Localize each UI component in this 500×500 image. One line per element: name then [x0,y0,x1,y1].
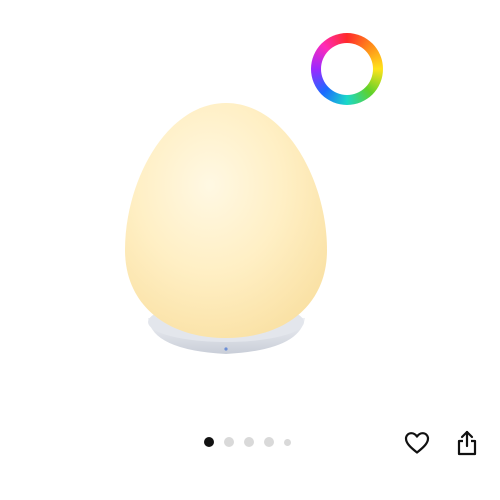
carousel-dot-3[interactable] [244,437,254,447]
wishlist-button[interactable] [402,428,432,458]
carousel-dot-1[interactable] [204,437,214,447]
share-icon [457,430,477,456]
product-image[interactable] [0,0,500,420]
share-button[interactable] [452,428,482,458]
carousel-dot-4[interactable] [264,437,274,447]
rgb-color-ring-icon [311,33,383,105]
heart-outline-icon [404,432,430,454]
carousel-dot-5[interactable] [284,438,291,446]
image-carousel-indicator[interactable] [204,436,291,448]
egg-lamp-image [125,103,327,354]
carousel-dot-2[interactable] [224,437,234,447]
